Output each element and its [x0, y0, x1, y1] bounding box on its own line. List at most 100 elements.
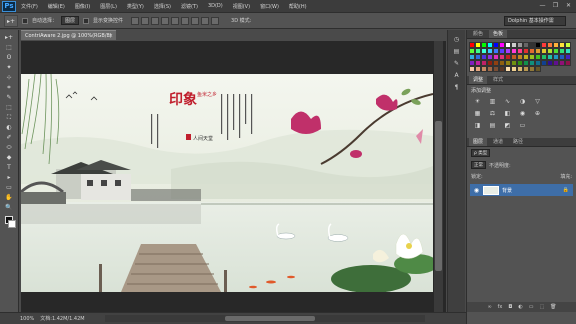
- menu-item[interactable]: 窗口(W): [255, 3, 284, 10]
- align-middle-icon[interactable]: [141, 16, 150, 25]
- lock-icon: 🔒: [562, 187, 569, 193]
- tool-icon[interactable]: ✦: [3, 63, 15, 72]
- black-white-icon[interactable]: ◧: [503, 110, 512, 118]
- tool-icon[interactable]: ⛶: [3, 113, 15, 122]
- threshold-icon[interactable]: ◩: [503, 122, 512, 130]
- menu-item[interactable]: 图像(I): [70, 3, 95, 10]
- tool-icon[interactable]: ◆: [3, 153, 15, 162]
- align-buttons: [131, 16, 220, 25]
- menu-item[interactable]: 编辑(E): [43, 3, 70, 10]
- gradient-map-icon[interactable]: ▭: [518, 122, 527, 130]
- color-swatch[interactable]: [535, 66, 541, 72]
- background-color-swatch[interactable]: [7, 220, 16, 228]
- tool-icon[interactable]: ⬚: [3, 43, 15, 52]
- tool-icon[interactable]: ⌗: [3, 83, 15, 92]
- canvas-area[interactable]: 印象 鱼米之乡 人间天堂: [21, 41, 446, 312]
- menu-item[interactable]: 类型(Y): [122, 3, 149, 10]
- tool-icon[interactable]: ✎: [3, 93, 15, 102]
- tool-icon[interactable]: ⬚: [3, 103, 15, 112]
- distribute-icon[interactable]: [191, 16, 200, 25]
- layer-footer-icon[interactable]: ⬚: [539, 304, 544, 310]
- close-icon[interactable]: ✕: [563, 1, 574, 10]
- layer-footer-icon[interactable]: ▭: [529, 304, 534, 310]
- tool-icon[interactable]: ▭: [3, 183, 15, 192]
- character-icon[interactable]: A: [452, 72, 462, 80]
- document-tab[interactable]: ContriAware 2.jpg @ 100%(RGB/8) ×: [21, 30, 116, 40]
- history-icon[interactable]: ◷: [452, 36, 462, 44]
- menu-item[interactable]: 帮助(H): [284, 3, 312, 10]
- blend-mode-dropdown[interactable]: 正常: [471, 161, 486, 169]
- channel-mixer-icon[interactable]: ⊕: [533, 110, 542, 118]
- restore-icon[interactable]: ❐: [550, 1, 561, 10]
- vibrance-icon[interactable]: ▽: [533, 98, 542, 106]
- invert-icon[interactable]: ◨: [473, 122, 482, 130]
- posterize-icon[interactable]: ▤: [488, 122, 497, 130]
- distribute-icon[interactable]: [211, 16, 220, 25]
- tool-icon[interactable]: ʘ: [3, 53, 15, 62]
- menu-item[interactable]: 文件(F): [16, 3, 43, 10]
- tool-icon[interactable]: ▸: [3, 173, 15, 182]
- layer-footer-icon[interactable]: fx: [498, 304, 503, 310]
- adjustments-panel-header: 调整 样式: [467, 76, 576, 85]
- tab-paths[interactable]: 路径: [509, 138, 527, 146]
- adjust-icons-row-1: ☀ ▥ ∿ ◑ ▽: [467, 96, 576, 108]
- layer-footer-icon[interactable]: ◘: [508, 304, 512, 310]
- align-right-icon[interactable]: [181, 16, 190, 25]
- layer-thumbnail: [483, 185, 499, 195]
- tool-icon[interactable]: ✐: [3, 133, 15, 142]
- tool-icon[interactable]: ▸+: [3, 33, 15, 42]
- layer-row-background[interactable]: ◉ 背景 🔒: [470, 184, 573, 196]
- distribute-icon[interactable]: [201, 16, 210, 25]
- tab-layers[interactable]: 图层: [469, 138, 488, 146]
- tool-icon[interactable]: ✋: [3, 193, 15, 202]
- layer-footer-icon[interactable]: ◐: [518, 304, 522, 310]
- photoshop-logo: Ps: [2, 0, 16, 12]
- tool-icon[interactable]: ⊹: [3, 73, 15, 82]
- hue-icon[interactable]: ▦: [473, 110, 482, 118]
- move-tool-preset-icon[interactable]: ▸+: [4, 14, 18, 27]
- horizontal-scrollbar[interactable]: [105, 315, 425, 322]
- menu-item[interactable]: 图层(L): [95, 3, 122, 10]
- photo-filter-icon[interactable]: ◉: [518, 110, 527, 118]
- align-left-icon[interactable]: [161, 16, 170, 25]
- menu-item[interactable]: 3D(D): [203, 3, 228, 10]
- tool-icon[interactable]: ◐: [3, 123, 15, 132]
- align-top-icon[interactable]: [131, 16, 140, 25]
- workspace-selector[interactable]: Dolphin 基本操作需: [504, 16, 566, 26]
- color-swatch[interactable]: [565, 60, 571, 66]
- layer-footer-icon[interactable]: ∞: [487, 304, 491, 310]
- horizontal-scroll-thumb[interactable]: [225, 316, 315, 321]
- curves-icon[interactable]: ∿: [503, 98, 512, 106]
- paragraph-icon[interactable]: ¶: [452, 84, 462, 92]
- brightness-icon[interactable]: ☀: [473, 98, 482, 106]
- eye-icon[interactable]: ◉: [473, 187, 480, 194]
- properties-icon[interactable]: ▤: [452, 48, 462, 56]
- tab-channels[interactable]: 通道: [489, 138, 507, 146]
- close-doc-icon[interactable]: ×: [109, 31, 113, 41]
- tool-icon[interactable]: 🔍: [3, 203, 15, 212]
- auto-select-checkbox[interactable]: [22, 17, 28, 24]
- menu-item[interactable]: 选择(S): [149, 3, 176, 10]
- vertical-scroll-thumb[interactable]: [435, 121, 442, 271]
- align-bottom-icon[interactable]: [151, 16, 160, 25]
- layer-kind-filter[interactable]: ρ 类型: [471, 149, 491, 157]
- tool-icon[interactable]: T: [3, 163, 15, 172]
- exposure-icon[interactable]: ◑: [518, 98, 527, 106]
- tab-color[interactable]: 颜色: [469, 30, 487, 38]
- auto-select-dropdown[interactable]: 图层: [61, 16, 80, 25]
- zoom-level[interactable]: 100%: [20, 316, 34, 322]
- tab-adjustments[interactable]: 调整: [469, 76, 488, 84]
- layer-footer-icon[interactable]: 🗑: [550, 304, 556, 310]
- show-transform-checkbox[interactable]: [83, 17, 90, 24]
- levels-icon[interactable]: ▥: [488, 98, 497, 106]
- menu-item[interactable]: 滤镜(T): [176, 3, 203, 10]
- menu-item[interactable]: 视图(V): [228, 3, 255, 10]
- align-center-icon[interactable]: [171, 16, 180, 25]
- tab-styles[interactable]: 样式: [489, 76, 507, 84]
- minimize-icon[interactable]: —: [537, 1, 548, 10]
- tool-icon[interactable]: ⬭: [3, 143, 15, 152]
- vertical-scrollbar[interactable]: [434, 41, 443, 312]
- brush-panel-icon[interactable]: ✎: [452, 60, 462, 68]
- tab-swatches[interactable]: 色板: [489, 30, 508, 38]
- color-balance-icon[interactable]: ⚖: [488, 110, 497, 118]
